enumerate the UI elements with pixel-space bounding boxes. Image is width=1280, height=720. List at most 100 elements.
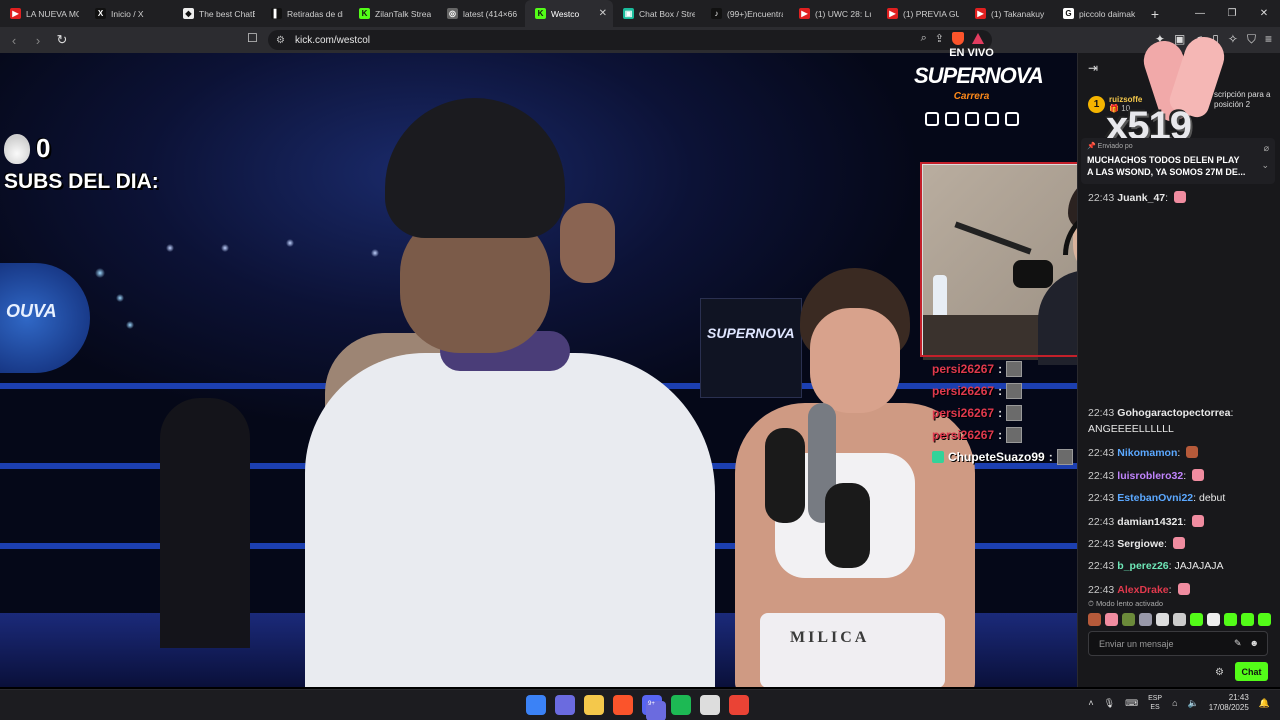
- browser-tab[interactable]: ▶ (1) UWC 28: Lu: [789, 0, 877, 27]
- language-indicator[interactable]: ESP ES: [1148, 694, 1162, 712]
- file-explorer-icon[interactable]: [584, 695, 604, 715]
- chat-colon: :: [1183, 516, 1190, 528]
- quick-emote-icon[interactable]: [1105, 613, 1118, 626]
- chevron-down-icon[interactable]: ⌄: [1261, 160, 1269, 171]
- clock[interactable]: 21:43 17/08/2025: [1209, 693, 1249, 713]
- minimize-icon[interactable]: —: [1184, 0, 1216, 27]
- menu-icon[interactable]: ≡: [1265, 32, 1272, 47]
- chat-message[interactable]: 22:43 damian14321:: [1088, 515, 1205, 528]
- quick-emote-icon[interactable]: [1190, 613, 1203, 626]
- chat-input[interactable]: [1099, 638, 1219, 649]
- share-icon[interactable]: ⇪: [935, 32, 944, 45]
- browser-tab[interactable]: ▶ LA NUEVA MO: [0, 0, 85, 27]
- browser-tab[interactable]: ♪ (99+)Encuentra: [701, 0, 789, 27]
- browser-tab[interactable]: ▣ Chat Box / Stre: [613, 0, 701, 27]
- chat-username[interactable]: Sergiowe: [1117, 538, 1164, 550]
- chat-message[interactable]: 22:43 b_perez26: JAJAJAJA: [1088, 560, 1224, 572]
- chat-message[interactable]: 22:43 AlexDrake:: [1088, 583, 1190, 596]
- quick-emote-icon[interactable]: [1156, 613, 1169, 626]
- spotify-icon[interactable]: [671, 695, 691, 715]
- chat-message[interactable]: 22:43 Sergiowe:: [1088, 537, 1185, 550]
- quick-emote-icon[interactable]: [1122, 613, 1135, 626]
- reload-icon[interactable]: ↻: [52, 30, 72, 50]
- browser-tab[interactable]: K Westco ✕: [525, 0, 613, 27]
- browser-tab[interactable]: ◎ latest (414×66: [437, 0, 525, 27]
- subs-counter-overlay: 0 SUBS DEL DIA:: [4, 133, 159, 194]
- chat-username[interactable]: EstebanOvni22: [1117, 492, 1193, 504]
- start-icon[interactable]: [526, 695, 546, 715]
- address-bar[interactable]: ⚙ kick.com/westcol ⌕ ⇪: [268, 30, 992, 50]
- chat-message[interactable]: ANGEEEELLLLLL: [1088, 423, 1174, 435]
- notification-bell-icon[interactable]: 🔔: [1259, 698, 1270, 709]
- chat-username[interactable]: Juank_47: [1117, 192, 1165, 204]
- network-icon[interactable]: ⌂: [1172, 698, 1177, 708]
- site-info-icon[interactable]: ⚙: [276, 35, 285, 46]
- chat-settings-icon[interactable]: ⚙: [1215, 667, 1224, 678]
- quick-emote-icon[interactable]: [1139, 613, 1152, 626]
- chat-input-box[interactable]: ✎ ☻: [1088, 631, 1268, 656]
- tab-favicon-icon: ▶: [887, 8, 898, 19]
- emoji-icon[interactable]: ☻: [1250, 638, 1259, 649]
- pin-icon: 📌: [1087, 143, 1098, 150]
- chat-message[interactable]: 22:43 EstebanOvni22: debut: [1088, 492, 1225, 504]
- new-tab-button[interactable]: +: [1145, 6, 1165, 22]
- chat-username[interactable]: AlexDrake: [1117, 584, 1168, 596]
- browser-tab[interactable]: ▌ Retiradas de di: [261, 0, 349, 27]
- chevron-up-icon[interactable]: ˄: [1088, 698, 1093, 708]
- chat-username[interactable]: damian14321: [1117, 516, 1183, 528]
- chat-message[interactable]: 22:43 luisroblero32:: [1088, 469, 1205, 482]
- video-player[interactable]: OUVA SUPERNOVA MILICA: [0, 53, 1077, 687]
- browser-tab[interactable]: ▶ (1) Takanakuy C: [965, 0, 1053, 27]
- emote-icon: [1006, 361, 1023, 377]
- facebook-icon: [1004, 112, 1019, 126]
- brave-rewards-icon[interactable]: [972, 33, 984, 44]
- chat-timestamp: 22:43: [1088, 192, 1115, 204]
- maximize-icon[interactable]: ❐: [1216, 0, 1248, 27]
- collapse-chat-icon[interactable]: ⇥: [1088, 61, 1098, 75]
- browser-tab[interactable]: X Inicio / X: [85, 0, 173, 27]
- chat-message[interactable]: 22:43 Nikomamon:: [1088, 446, 1199, 459]
- pinned-message[interactable]: 📌 Enviado po MUCHACHOS TODOS DELEN PLAY …: [1081, 138, 1275, 184]
- chat-message[interactable]: 22:43 Gohogaractopectorrea:: [1088, 407, 1233, 419]
- browser-tab[interactable]: Gpiccolo daimak: [1053, 0, 1143, 27]
- keyboard-icon[interactable]: ⌨: [1125, 698, 1138, 709]
- discord-icon[interactable]: 9+: [642, 695, 666, 720]
- chat-app-icon[interactable]: [555, 695, 575, 715]
- obs-icon[interactable]: [700, 695, 720, 715]
- chat-username[interactable]: luisroblero32: [1117, 470, 1183, 482]
- tab-favicon-icon: ♪: [711, 8, 722, 19]
- arena-sign-text: SUPERNOVA: [707, 325, 795, 341]
- browser-tab[interactable]: K ZilanTalk Strea: [349, 0, 437, 27]
- tab-title: piccolo daimak: [1079, 8, 1136, 19]
- close-tab-icon[interactable]: ✕: [599, 8, 607, 19]
- translate-icon[interactable]: ✎: [1234, 638, 1242, 649]
- quick-emote-icon[interactable]: [1088, 613, 1101, 626]
- quick-emote-icon[interactable]: [1173, 613, 1186, 626]
- chat-username[interactable]: Nikomamon: [1117, 447, 1177, 459]
- vpn-icon[interactable]: ⛉: [1247, 32, 1256, 47]
- chat-message[interactable]: 22:43 Juank_47:: [1088, 191, 1186, 204]
- forward-icon[interactable]: ›: [28, 30, 48, 50]
- quick-emote-icon[interactable]: [1258, 613, 1271, 626]
- back-icon[interactable]: ‹: [4, 30, 24, 50]
- unpin-icon[interactable]: ⌀: [1264, 143, 1269, 154]
- overlay-chat: persi26267: persi26267: persi26267: persi26…: [932, 358, 1073, 468]
- background-man-head: [560, 203, 615, 283]
- browser-tab[interactable]: ◆ The best ChatB: [173, 0, 261, 27]
- chat-username[interactable]: Gohogaractopectorrea: [1117, 407, 1230, 419]
- send-chat-button[interactable]: Chat: [1235, 662, 1268, 681]
- quick-emote-icon[interactable]: [1207, 613, 1220, 626]
- microphone-icon[interactable]: 🎙: [1104, 698, 1115, 709]
- browser-tab[interactable]: ▶ (1) PREVIA GUE: [877, 0, 965, 27]
- brave-browser-icon[interactable]: [613, 695, 633, 715]
- quick-emote-icon[interactable]: [1224, 613, 1237, 626]
- close-window-icon[interactable]: ✕: [1248, 0, 1280, 27]
- chat-username[interactable]: b_perez26: [1117, 560, 1168, 572]
- boxer-shorts-text: MILICA: [790, 629, 870, 646]
- bookmark-icon[interactable]: ☐: [247, 31, 258, 45]
- zoom-icon[interactable]: ⌕: [921, 32, 927, 45]
- brave-shields-icon[interactable]: [952, 32, 964, 45]
- volume-icon[interactable]: 🔈: [1188, 698, 1199, 709]
- quick-emote-icon[interactable]: [1241, 613, 1254, 626]
- chrome-icon[interactable]: [729, 695, 749, 715]
